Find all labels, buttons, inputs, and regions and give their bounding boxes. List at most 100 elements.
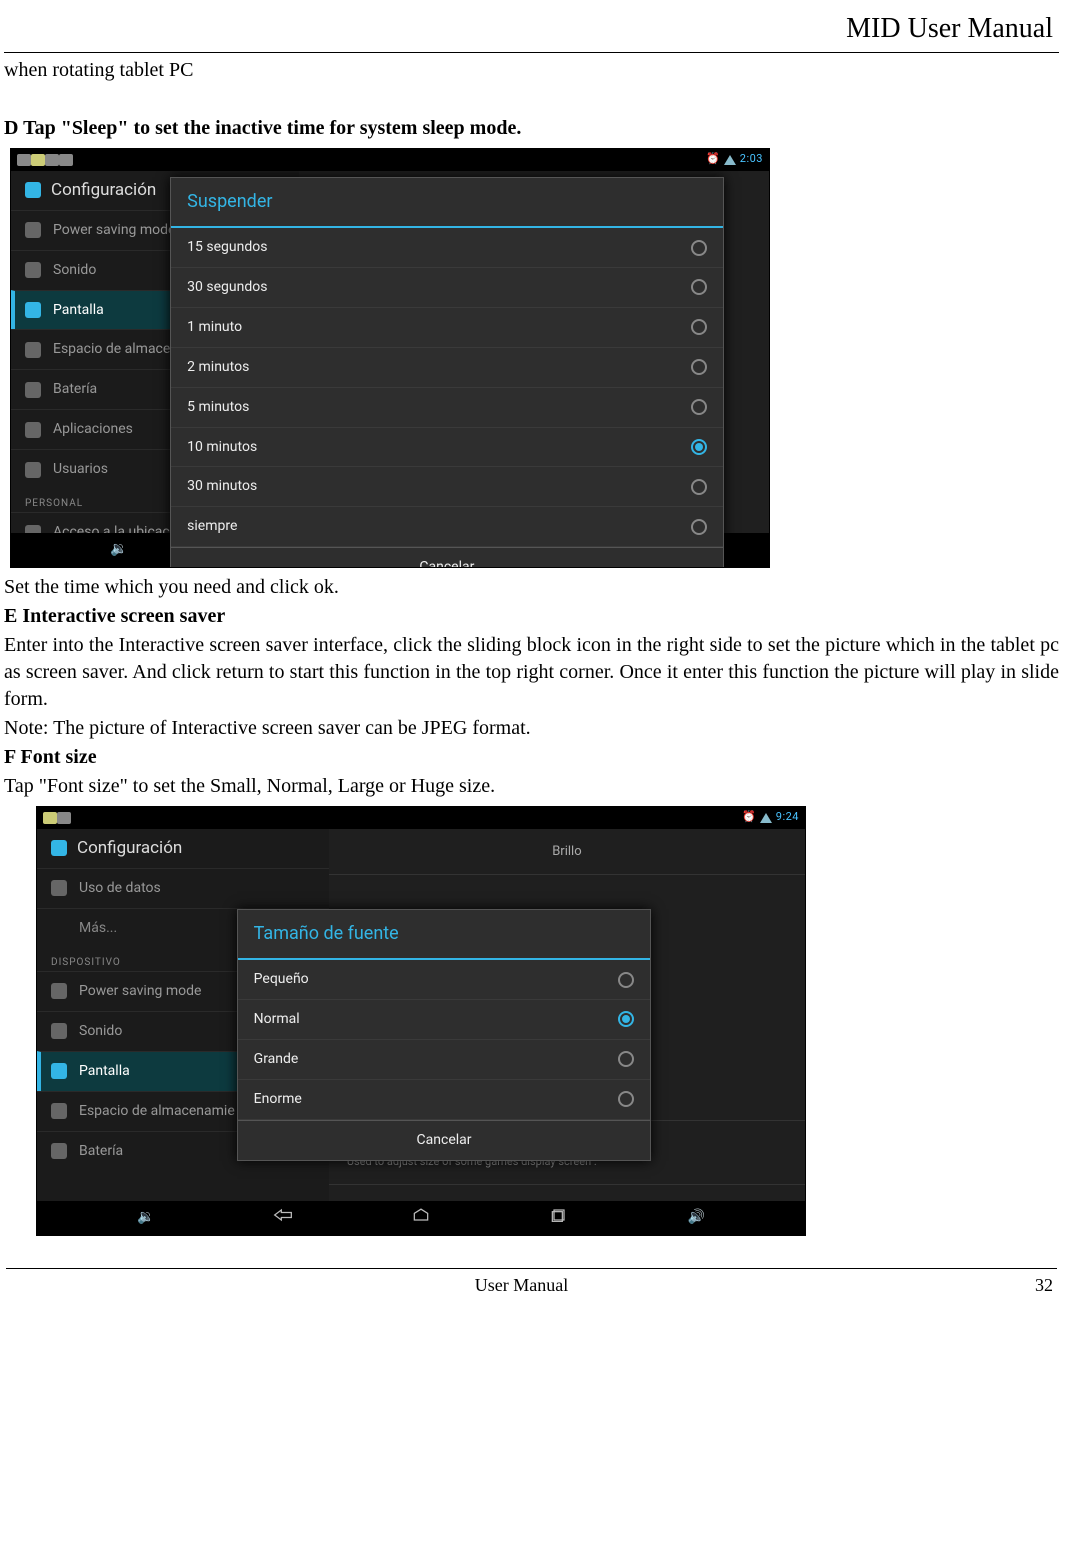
- sidebar-title-text: Configuración: [51, 179, 156, 202]
- status-icon: [57, 812, 71, 824]
- option-label: 15 segundos: [187, 238, 267, 257]
- option-label: Grande: [254, 1050, 299, 1069]
- section-e-body: Enter into the Interactive screen saver …: [4, 632, 1059, 713]
- main-row-brillo[interactable]: Brillo: [329, 829, 805, 876]
- settings-icon: [25, 182, 41, 198]
- alarm-icon: ⏰: [742, 810, 756, 825]
- battery-icon: [25, 382, 41, 398]
- status-icon: [17, 154, 31, 166]
- header-rule: [4, 52, 1059, 53]
- nav-bar: 🔉 🔊: [37, 1201, 805, 1235]
- radio-icon: [691, 240, 707, 256]
- wifi-icon: [724, 155, 736, 165]
- display-icon: [25, 302, 41, 318]
- section-f-body: Tap "Font size" to set the Small, Normal…: [4, 773, 1059, 800]
- alarm-icon: ⏰: [706, 152, 720, 167]
- dialog-title: Suspender: [171, 178, 722, 228]
- radio-icon: [691, 399, 707, 415]
- sleep-option-always[interactable]: siempre: [171, 507, 722, 547]
- radio-icon: [691, 359, 707, 375]
- sleep-option-30s[interactable]: 30 segundos: [171, 268, 722, 308]
- apps-icon: [25, 422, 41, 438]
- sidebar-item-label: Acceso a la ubicación: [53, 523, 189, 532]
- radio-icon: [691, 279, 707, 295]
- option-label: 30 minutos: [187, 477, 257, 496]
- home-icon[interactable]: [407, 1208, 435, 1228]
- sidebar-item-label: Power saving mode: [53, 221, 175, 240]
- font-option-normal[interactable]: Normal: [238, 1000, 651, 1040]
- power-icon: [51, 983, 67, 999]
- volume-down-icon[interactable]: 🔉: [132, 1208, 160, 1227]
- cancel-button[interactable]: Cancelar: [171, 547, 722, 568]
- sidebar-item-label: Espacio de almacenamie: [79, 1102, 235, 1121]
- settings-icon: [51, 840, 67, 856]
- intro-line: when rotating tablet PC: [4, 57, 1059, 84]
- footer-rule: [6, 1268, 1057, 1269]
- option-label: 5 minutos: [187, 398, 249, 417]
- status-time: 2:03: [740, 152, 763, 167]
- back-icon[interactable]: [269, 1208, 297, 1228]
- font-dialog: Tamaño de fuente Pequeño Normal Grande E…: [237, 909, 652, 1161]
- radio-icon: [691, 519, 707, 535]
- font-option-huge[interactable]: Enorme: [238, 1080, 651, 1120]
- status-icon: [31, 154, 45, 166]
- sidebar-item-label: Sonido: [79, 1022, 122, 1041]
- recent-icon[interactable]: [545, 1208, 573, 1228]
- data-icon: [51, 880, 67, 896]
- sidebar-item-label: Más...: [79, 919, 117, 938]
- sleep-option-1m[interactable]: 1 minuto: [171, 308, 722, 348]
- sound-icon: [51, 1023, 67, 1039]
- storage-icon: [25, 342, 41, 358]
- sidebar-item-label: Batería: [53, 380, 97, 399]
- cancel-button[interactable]: Cancelar: [238, 1120, 651, 1160]
- radio-icon: [618, 1011, 634, 1027]
- volume-down-icon[interactable]: 🔉: [105, 540, 133, 559]
- battery-icon: [51, 1143, 67, 1159]
- option-label: Enorme: [254, 1090, 302, 1109]
- users-icon: [25, 462, 41, 478]
- power-icon: [25, 222, 41, 238]
- section-f-heading: F Font size: [4, 744, 1059, 771]
- sidebar-item-datausage[interactable]: Uso de datos: [37, 868, 329, 908]
- status-time: 9:24: [776, 810, 799, 825]
- font-option-small[interactable]: Pequeño: [238, 960, 651, 1000]
- sleep-dialog: Suspender 15 segundos 30 segundos 1 minu…: [170, 177, 723, 568]
- sleep-option-2m[interactable]: 2 minutos: [171, 348, 722, 388]
- sleep-option-30m[interactable]: 30 minutos: [171, 467, 722, 507]
- option-label: 10 minutos: [187, 438, 257, 457]
- radio-icon: [691, 479, 707, 495]
- font-option-large[interactable]: Grande: [238, 1040, 651, 1080]
- wifi-icon: [760, 813, 772, 823]
- sleep-option-5m[interactable]: 5 minutos: [171, 388, 722, 428]
- sidebar-item-label: Usuarios: [53, 460, 108, 479]
- sidebar-item-label: Aplicaciones: [53, 420, 133, 439]
- sleep-option-15s[interactable]: 15 segundos: [171, 228, 722, 268]
- after-shot1-text: Set the time which you need and click ok…: [4, 574, 1059, 601]
- sound-icon: [25, 262, 41, 278]
- option-label: siempre: [187, 517, 237, 536]
- display-icon: [51, 1063, 67, 1079]
- option-label: Pequeño: [254, 970, 309, 989]
- sidebar-item-label: Uso de datos: [79, 879, 161, 898]
- option-label: 2 minutos: [187, 358, 249, 377]
- screenshot-font-dialog: ⏰ 9:24 Configuración Uso de datos Más...…: [36, 806, 806, 1236]
- sidebar-title: Configuración: [37, 829, 329, 868]
- sidebar-item-label: Power saving mode: [79, 982, 201, 1001]
- volume-up-icon[interactable]: 🔊: [682, 1208, 710, 1227]
- status-icon: [43, 812, 57, 824]
- storage-icon: [51, 1103, 67, 1119]
- option-label: Normal: [254, 1010, 300, 1029]
- radio-icon: [691, 319, 707, 335]
- dialog-title: Tamaño de fuente: [238, 910, 651, 960]
- footer-title: User Manual: [8, 1273, 1055, 1297]
- option-label: 30 segundos: [187, 278, 267, 297]
- sleep-option-10m[interactable]: 10 minutos: [171, 428, 722, 468]
- radio-icon: [618, 972, 634, 988]
- screenshot-sleep-dialog: ⏰ 2:03 Configuración Power saving mode S…: [10, 148, 770, 568]
- status-icon: [45, 154, 59, 166]
- radio-icon: [618, 1051, 634, 1067]
- option-label: 1 minuto: [187, 318, 242, 337]
- sidebar-title-text: Configuración: [77, 837, 182, 860]
- section-e-heading: E Interactive screen saver: [4, 603, 1059, 630]
- document-header: MID User Manual: [4, 8, 1059, 52]
